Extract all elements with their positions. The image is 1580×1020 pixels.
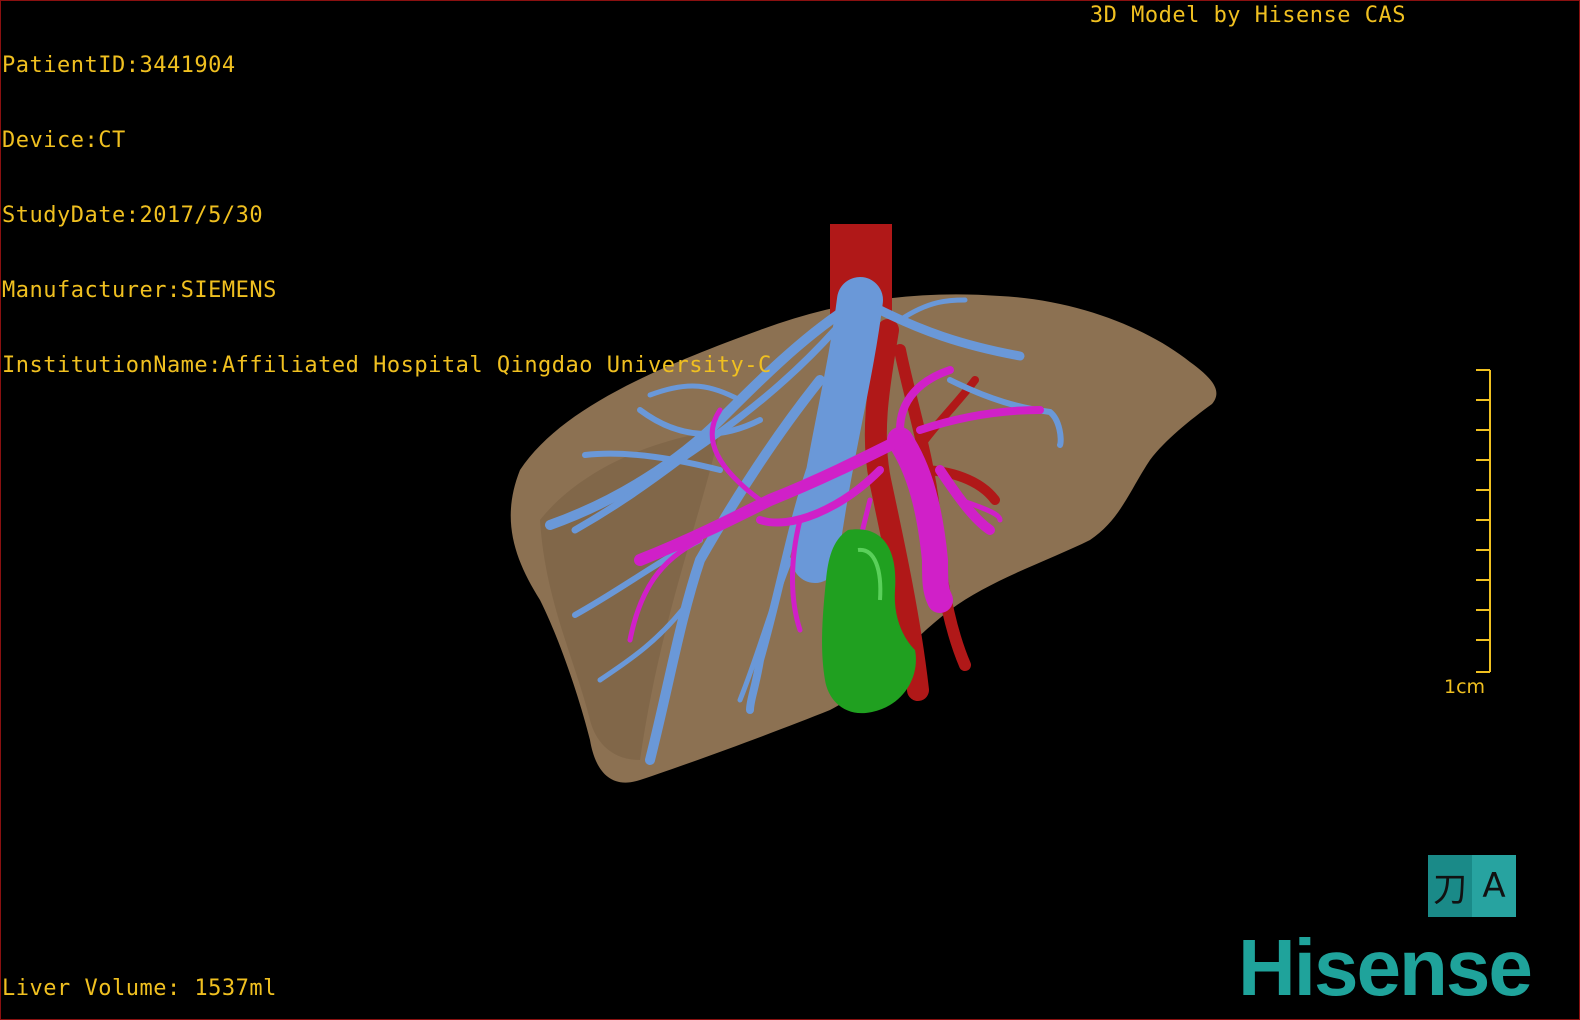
liver-volume-text: Liver Volume: 1537ml bbox=[2, 976, 277, 1001]
hisense-logo: Hisense bbox=[1238, 923, 1533, 1012]
scale-ruler bbox=[1476, 369, 1491, 673]
scale-ruler-label: 1cm bbox=[1444, 676, 1486, 698]
study-date-text: StudyDate:2017/5/30 bbox=[2, 203, 264, 228]
device-text: Device:CT bbox=[2, 128, 126, 153]
view-glyph-left-icon: ⼑ bbox=[1428, 855, 1472, 917]
view-orientation-button[interactable]: ⼑ A bbox=[1428, 855, 1516, 917]
manufacturer-text: Manufacturer:SIEMENS bbox=[2, 278, 277, 303]
institution-text: InstitutionName:Affiliated Hospital Qing… bbox=[2, 353, 772, 378]
patient-id-text: PatientID:3441904 bbox=[2, 53, 236, 78]
view-glyph-right-icon: A bbox=[1472, 855, 1516, 917]
dicom-info-panel: PatientID:3441904 Device:CT StudyDate:20… bbox=[2, 3, 772, 403]
model-credit-text: 3D Model by Hisense CAS bbox=[1089, 3, 1406, 28]
